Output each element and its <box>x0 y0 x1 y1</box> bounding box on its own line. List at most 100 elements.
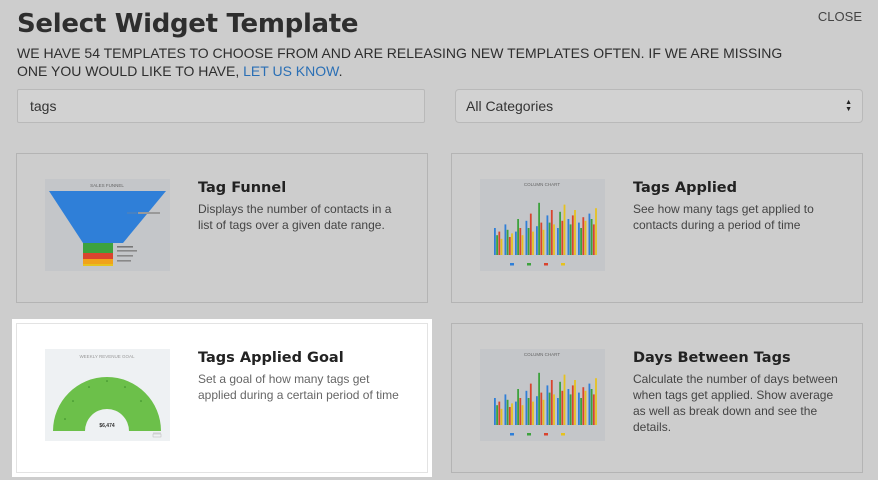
thumb-column-bar <box>595 208 597 255</box>
thumb-column-bar <box>527 398 530 425</box>
column-chart-thumbnail: COLUMN CHART <box>480 349 605 441</box>
thumb-column-bar <box>538 202 540 255</box>
thumb-column-bar <box>542 229 545 255</box>
thumb-column-bar <box>553 394 555 425</box>
thumb-column-bar <box>506 399 509 425</box>
template-card-days-between-tags[interactable]: COLUMN CHART Days Between Tags Calculate… <box>451 323 863 473</box>
thumb-column-bar <box>580 228 582 255</box>
thumb-legend-swatch <box>527 263 531 266</box>
thumb-column-bar <box>567 389 570 425</box>
thumb-column-bar <box>590 389 593 425</box>
thumb-column-bar <box>582 217 585 255</box>
thumb-column-bar <box>595 378 597 425</box>
thumb-column-bar <box>540 222 543 255</box>
thumb-column-bar <box>563 374 566 425</box>
thumb-legend-swatch <box>527 433 531 436</box>
thumb-column-bar <box>527 228 530 255</box>
thumb-column-bar <box>580 398 582 425</box>
thumb-column-bar <box>511 233 513 255</box>
card-title: Tags Applied Goal <box>198 350 344 366</box>
thumb-column-bar <box>496 235 498 255</box>
thumb-column-bar <box>584 390 587 425</box>
subtitle: WE HAVE 54 TEMPLATES TO CHOOSE FROM AND … <box>17 44 797 80</box>
card-title: Tags Applied <box>633 180 737 196</box>
category-select[interactable]: All Categories ▲ ▼ <box>455 89 863 123</box>
thumb-column-bar <box>494 228 496 255</box>
thumb-column-bar <box>569 394 572 425</box>
template-card-tags-applied[interactable]: COLUMN CHART Tags Applied See how many t… <box>451 153 863 303</box>
thumb-column-bar <box>500 238 503 255</box>
thumb-column-bar <box>532 401 534 425</box>
thumb-column-bar <box>578 222 580 255</box>
thumb-column-bar <box>525 220 528 255</box>
column-chart-thumbnail: COLUMN CHART <box>480 179 605 271</box>
thumb-column-bar <box>561 220 564 255</box>
thumb-column-bar <box>584 220 587 255</box>
thumb-column-bar <box>569 224 572 255</box>
thumb-column-bar <box>521 235 524 255</box>
thumb-column-bar <box>515 231 517 255</box>
thumb-column-bar <box>532 231 534 255</box>
thumb-column-bar <box>550 380 553 425</box>
thumb-column-bar <box>494 398 496 425</box>
thumb-column-bar <box>582 387 585 425</box>
card-description: Set a goal of how many tags get applied … <box>198 372 399 402</box>
thumb-column-bar <box>567 219 570 255</box>
thumb-legend-swatch <box>510 263 514 266</box>
page-title: Select Widget Template <box>17 9 359 39</box>
thumb-column-bar <box>536 396 538 425</box>
thumb-legend-swatch <box>510 433 514 436</box>
category-select-value: All Categories <box>466 98 554 114</box>
thumb-column-bar <box>578 392 580 425</box>
thumb-column-bar <box>529 213 532 255</box>
subtitle-end: . <box>338 63 343 79</box>
thumb-legend-swatch <box>561 263 565 266</box>
thumb-title: COLUMN CHART <box>524 182 560 187</box>
thumb-column-bar <box>517 389 519 425</box>
card-title: Days Between Tags <box>633 350 791 366</box>
thumb-column-bar <box>592 224 595 255</box>
thumb-legend-swatch <box>544 433 548 436</box>
gauge-thumbnail: WEEKLY REVENUE GOAL $6,474 <box>45 349 170 441</box>
thumb-column-bar <box>540 392 543 425</box>
template-card-tags-applied-goal[interactable]: WEEKLY REVENUE GOAL $6,474 Tags Applied … <box>16 323 428 473</box>
thumb-column-bar <box>550 210 553 255</box>
thumb-column-bar <box>559 381 561 425</box>
thumb-column-bar <box>496 405 498 425</box>
thumb-column-bar <box>588 213 591 255</box>
funnel-stage-3 <box>83 253 113 259</box>
thumb-column-bar <box>517 219 519 255</box>
thumb-column-bar <box>592 394 595 425</box>
thumb-column-bar <box>563 204 566 255</box>
thumb-column-bar <box>548 392 551 425</box>
thumb-column-bar <box>508 237 511 255</box>
thumb-column-bar <box>498 231 501 255</box>
thumb-column-bar <box>590 219 593 255</box>
thumb-column-bar <box>508 407 511 425</box>
thumb-column-bar <box>571 385 574 425</box>
card-description: Calculate the number of days between whe… <box>633 372 838 434</box>
thumb-column-bar <box>515 401 517 425</box>
thumb-column-bar <box>504 394 507 425</box>
thumb-column-bar <box>536 226 538 255</box>
thumb-column-bar <box>553 224 555 255</box>
funnel-stage-2 <box>83 243 113 253</box>
select-arrows-icon: ▲ ▼ <box>845 99 852 113</box>
thumb-column-bar <box>546 385 549 425</box>
card-description: See how many tags get applied to contact… <box>633 202 814 232</box>
thumb-column-bar <box>559 211 561 255</box>
close-button[interactable]: CLOSE <box>818 9 862 24</box>
let-us-know-link[interactable]: LET US KNOW <box>243 63 338 79</box>
subtitle-text: WE HAVE 54 TEMPLATES TO CHOOSE FROM AND … <box>17 45 783 79</box>
template-card-tag-funnel[interactable]: SALES FUNNEL Tag Funnel Displays the num… <box>16 153 428 303</box>
thumb-title: COLUMN CHART <box>524 352 560 357</box>
thumb-column-bar <box>542 399 545 425</box>
thumb-column-bar <box>546 215 549 255</box>
thumb-column-bar <box>519 228 522 255</box>
thumb-legend-swatch <box>561 433 565 436</box>
gauge-value: $6,474 <box>99 423 115 429</box>
card-title: Tag Funnel <box>198 180 287 196</box>
thumb-legend-swatch <box>544 263 548 266</box>
search-input[interactable] <box>17 89 425 123</box>
thumb-column-bar <box>538 372 540 425</box>
